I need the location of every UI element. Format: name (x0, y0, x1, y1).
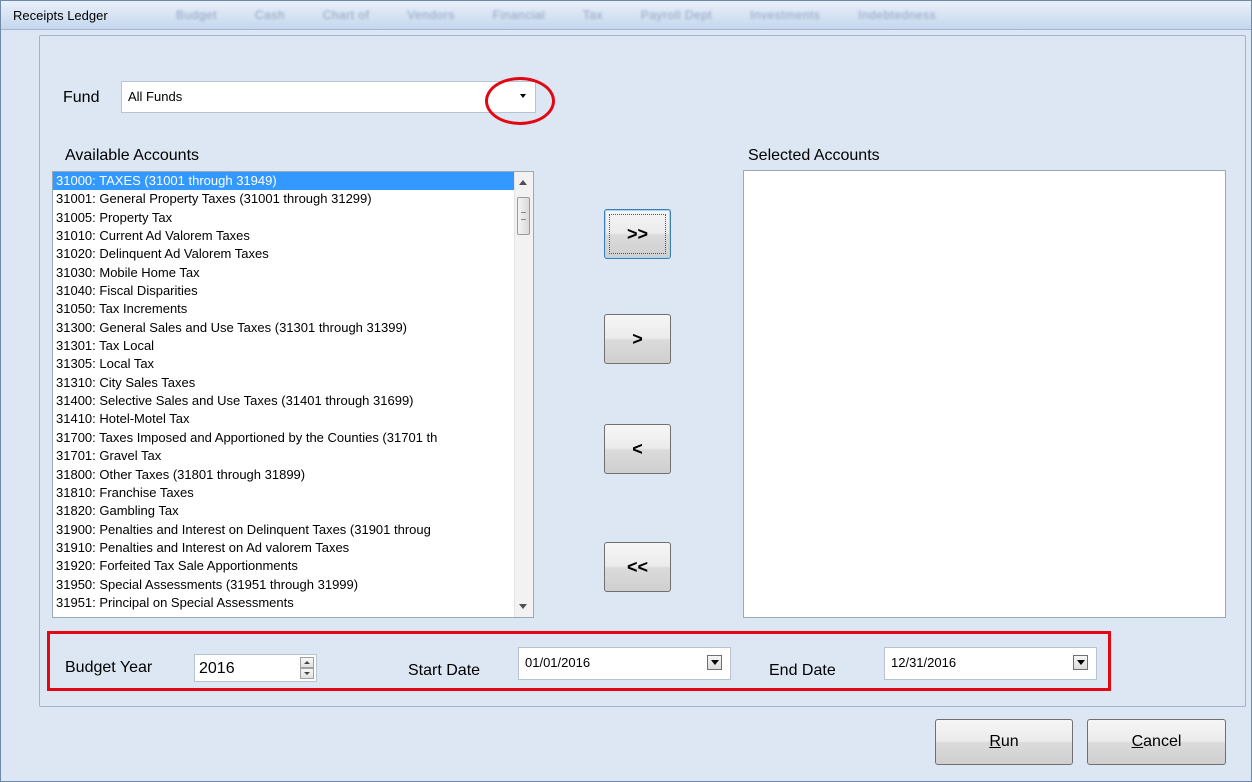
focus-rectangle (609, 214, 666, 254)
spin-down-button[interactable] (300, 668, 314, 679)
start-date-picker[interactable]: 01/01/2016 (518, 647, 731, 680)
budget-year-spinner[interactable]: 2016 (194, 654, 317, 682)
budget-year-label: Budget Year (65, 659, 153, 676)
bg-menu-item: Vendors (407, 8, 455, 22)
remove-all-button[interactable]: << (604, 542, 671, 592)
list-item[interactable]: 31010: Current Ad Valorem Taxes (53, 227, 516, 245)
remove-button[interactable]: < (604, 424, 671, 474)
list-item[interactable]: 31040: Fiscal Disparities (53, 282, 516, 300)
bg-menu-item: Cash (254, 8, 285, 22)
bg-menu-item: Financial (492, 8, 546, 22)
bg-menu-item: Payroll Dept (640, 8, 713, 22)
list-item[interactable]: 31300: General Sales and Use Taxes (3130… (53, 319, 516, 337)
list-item[interactable]: 31950: Special Assessments (31951 throug… (53, 576, 516, 594)
list-item[interactable]: 31050: Tax Increments (53, 300, 516, 318)
list-item[interactable]: 31305: Local Tax (53, 355, 516, 373)
bg-menu-item: Tax (582, 8, 604, 22)
bg-menu-item: Budget (176, 8, 218, 22)
list-item[interactable]: 31310: City Sales Taxes (53, 374, 516, 392)
list-item[interactable]: 31005: Property Tax (53, 209, 516, 227)
add-all-button[interactable]: >> (604, 209, 671, 259)
list-item[interactable]: 31301: Tax Local (53, 337, 516, 355)
list-item[interactable]: 31910: Penalties and Interest on Ad valo… (53, 539, 516, 557)
available-accounts-items: 31000: TAXES (31001 through 31949) 31001:… (53, 172, 516, 612)
background-menu-blurred: Budget Cash Chart of Vendors Financial T… (176, 8, 970, 22)
list-item[interactable]: 31400: Selective Sales and Use Taxes (31… (53, 392, 516, 410)
remove-button-label: < (632, 438, 643, 459)
add-button-label: > (632, 328, 643, 349)
run-button[interactable]: Run (935, 719, 1073, 765)
window-title: Receipts Ledger (13, 8, 108, 23)
spin-up-button[interactable] (300, 657, 314, 668)
list-item[interactable]: 31951: Principal on Special Assessments (53, 594, 516, 612)
scroll-down-arrow-icon[interactable] (519, 604, 527, 609)
run-button-label: Run (989, 733, 1019, 750)
list-item[interactable]: 31810: Franchise Taxes (53, 484, 516, 502)
remove-all-button-label: << (626, 556, 649, 577)
selected-accounts-list[interactable] (743, 170, 1226, 618)
list-item[interactable]: 31000: TAXES (31001 through 31949) (53, 172, 516, 191)
list-item[interactable]: 31900: Penalties and Interest on Delinqu… (53, 521, 516, 539)
fund-select[interactable]: All Funds (121, 81, 536, 113)
list-item[interactable]: 31920: Forfeited Tax Sale Apportionments (53, 557, 516, 575)
start-date-value: 01/01/2016 (525, 655, 591, 670)
fund-label: Fund (63, 89, 100, 106)
chevron-down-icon[interactable] (514, 87, 531, 104)
list-item[interactable]: 31800: Other Taxes (31801 through 31899) (53, 466, 516, 484)
end-date-value: 12/31/2016 (891, 655, 957, 670)
add-button[interactable]: > (604, 314, 671, 364)
end-date-label: End Date (769, 662, 836, 679)
available-accounts-label: Available Accounts (65, 147, 200, 164)
calendar-dropdown-icon[interactable] (1073, 655, 1088, 670)
available-accounts-list[interactable]: 31000: TAXES (31001 through 31949) 31001:… (52, 171, 534, 618)
list-item[interactable]: 31701: Gravel Tax (53, 447, 516, 465)
cancel-button-label: Cancel (1131, 733, 1182, 750)
bg-menu-item: Indebtedness (858, 8, 937, 22)
list-item[interactable]: 31001: General Property Taxes (31001 thr… (53, 190, 516, 208)
bg-menu-item: Chart of (322, 8, 370, 22)
list-scrollbar[interactable] (514, 172, 533, 617)
spinner-arrows-icon[interactable] (300, 657, 314, 679)
list-item[interactable]: 31030: Mobile Home Tax (53, 264, 516, 282)
list-item[interactable]: 31700: Taxes Imposed and Apportioned by … (53, 429, 516, 447)
budget-year-value: 2016 (199, 660, 235, 677)
selected-accounts-label: Selected Accounts (748, 147, 880, 164)
bg-menu-item: Investments (750, 8, 821, 22)
receipts-ledger-window: Receipts Ledger Budget Cash Chart of Ven… (0, 0, 1252, 782)
list-item[interactable]: 31410: Hotel-Motel Tax (53, 410, 516, 428)
list-item[interactable]: 31820: Gambling Tax (53, 502, 516, 520)
start-date-label: Start Date (408, 662, 481, 679)
end-date-picker[interactable]: 12/31/2016 (884, 647, 1097, 680)
calendar-dropdown-icon[interactable] (707, 655, 722, 670)
list-item[interactable]: 31020: Delinquent Ad Valorem Taxes (53, 245, 516, 263)
scroll-thumb[interactable] (517, 197, 530, 235)
fund-select-value: All Funds (128, 89, 183, 104)
title-bar: Receipts Ledger Budget Cash Chart of Ven… (1, 1, 1251, 30)
scroll-up-arrow-icon[interactable] (519, 180, 527, 185)
cancel-button[interactable]: Cancel (1087, 719, 1226, 765)
